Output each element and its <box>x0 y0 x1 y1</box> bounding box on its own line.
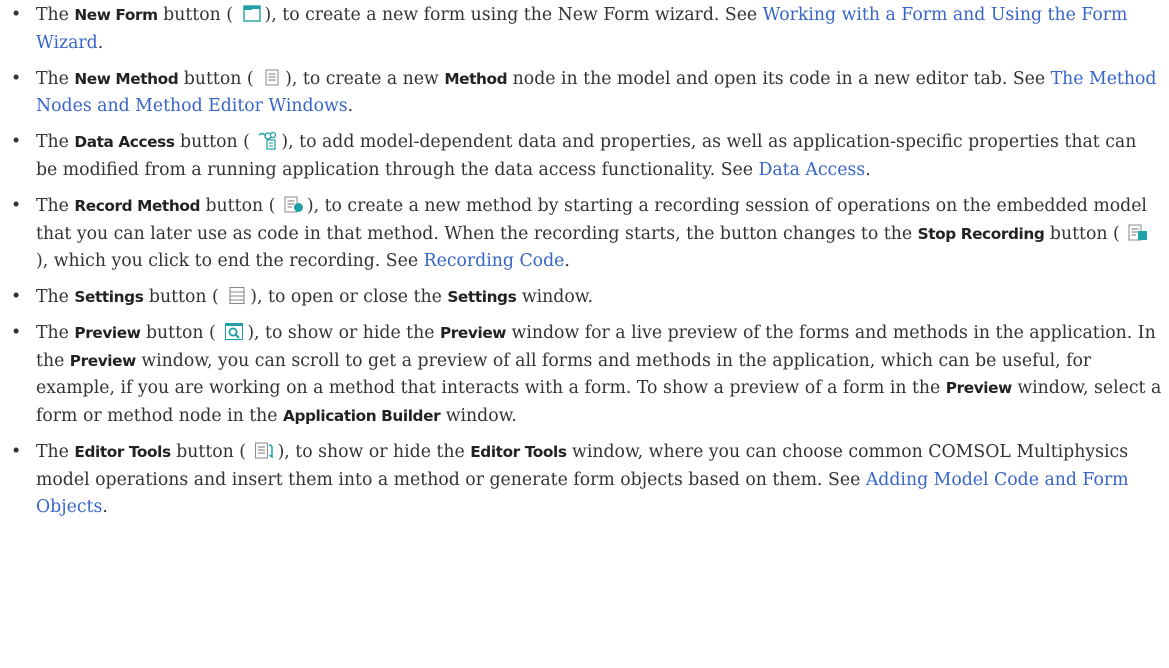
preview-icon <box>223 322 245 341</box>
list-item-editor-tools: • The Editor Tools button ( ), to show o… <box>6 439 1163 522</box>
settings-window-label: Settings <box>447 288 517 307</box>
list-item-data-access: • The Data Access button ( ), to add mod… <box>6 129 1163 184</box>
bullet: • <box>11 323 22 344</box>
data-access-label: Data Access <box>74 133 175 152</box>
list-item-new-method: • The New Method button ( ), to create a… <box>6 66 1163 121</box>
stop-recording-label: Stop Recording <box>917 224 1045 243</box>
editor-tools-label: Editor Tools <box>74 443 171 462</box>
new-form-label: New Form <box>74 6 158 24</box>
list-item-preview: • The Preview button ( ), to show or hid… <box>6 320 1163 430</box>
list-item-record-method: • The Record Method button ( ), to creat… <box>6 193 1163 276</box>
list-item-settings: • The Settings button ( ), to open or cl… <box>6 284 1163 312</box>
toolbar-buttons-list: • The New Form button ( ), to create a n… <box>6 2 1163 522</box>
data-access-icon <box>257 131 279 150</box>
application-builder-label: Application Builder <box>283 406 441 425</box>
new-form-icon <box>241 4 263 23</box>
list-item-new-form: • The New Form button ( ), to create a n… <box>6 2 1163 57</box>
link-data-access[interactable]: Data Access <box>759 160 866 180</box>
bullet: • <box>11 5 22 25</box>
method-label: Method <box>444 69 508 88</box>
preview-window-label: Preview <box>439 324 507 343</box>
record-method-icon <box>283 195 305 214</box>
stop-recording-icon <box>1127 223 1149 242</box>
bullet: • <box>11 287 22 308</box>
bullet: • <box>11 442 22 463</box>
new-method-label: New Method <box>74 69 179 88</box>
new-method-icon <box>261 68 283 87</box>
document-page: • The New Form button ( ), to create a n… <box>0 0 1169 668</box>
preview-label: Preview <box>74 324 141 343</box>
bullet: • <box>11 132 22 153</box>
settings-label: Settings <box>74 288 144 307</box>
record-method-label: Record Method <box>74 197 200 216</box>
editor-tools-window-label: Editor Tools <box>470 443 567 462</box>
link-recording-code[interactable]: Recording Code <box>424 251 565 271</box>
bullet: • <box>11 196 22 217</box>
preview-window-label-3: Preview <box>945 379 1012 398</box>
preview-window-label-2: Preview <box>69 351 136 370</box>
bullet: • <box>11 68 22 89</box>
settings-icon <box>226 286 248 305</box>
editor-tools-icon <box>254 441 276 460</box>
